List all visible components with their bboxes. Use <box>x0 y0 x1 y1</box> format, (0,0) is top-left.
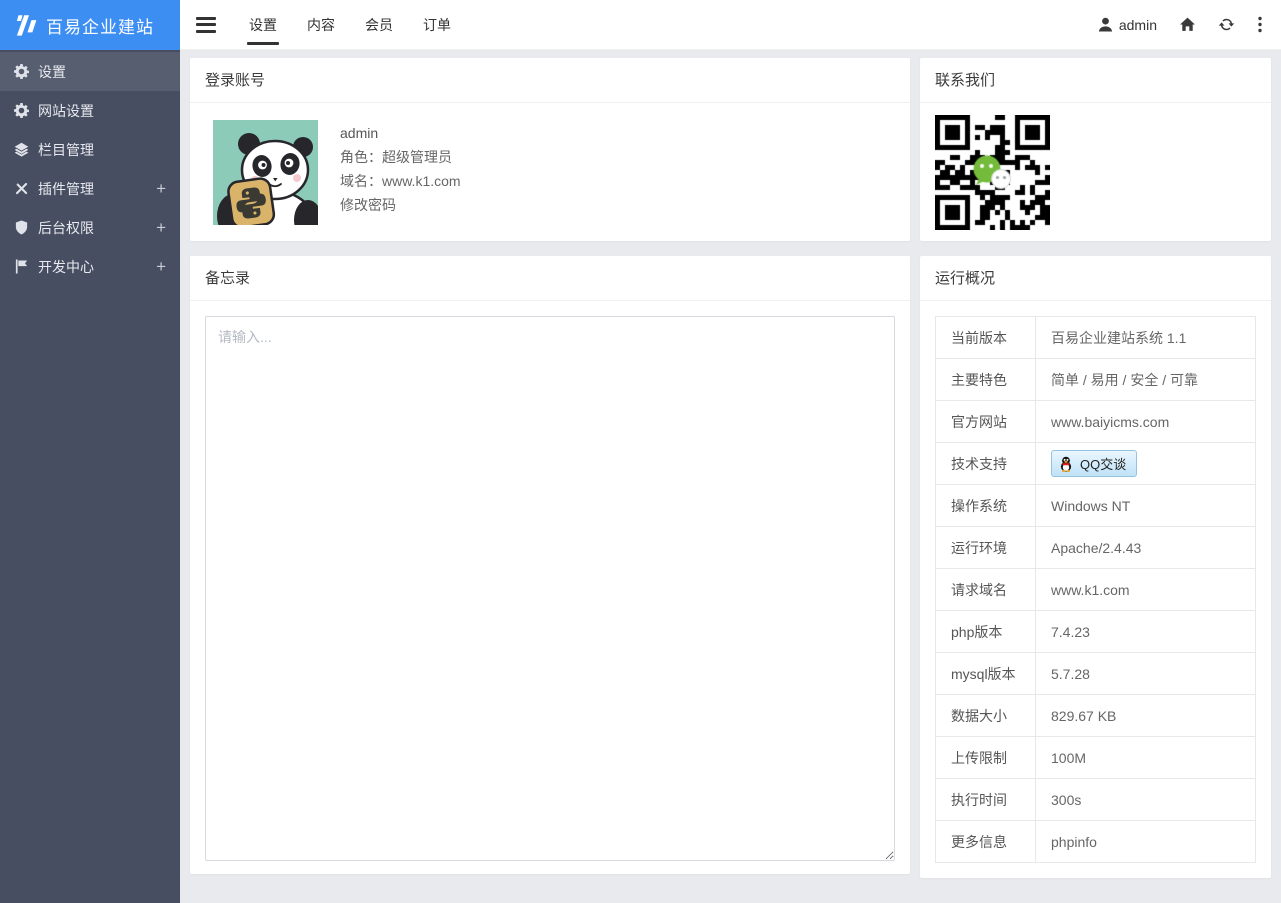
table-row: 数据大小 829.67 KB <box>936 695 1256 737</box>
stat-value: 300s <box>1036 779 1256 821</box>
official-site-value: www.baiyicms.com <box>1036 401 1256 443</box>
flag-icon <box>14 259 29 274</box>
phpinfo-link[interactable]: phpinfo <box>1036 821 1256 863</box>
user-menu[interactable]: admin <box>1097 16 1157 33</box>
stat-value: 百易企业建站系统 1.1 <box>1036 317 1256 359</box>
contact-card: 联系我们 <box>920 58 1271 241</box>
stat-label: 请求域名 <box>936 569 1036 611</box>
sidebar-item-site-settings[interactable]: 网站设置 <box>0 91 180 130</box>
stat-label: 上传限制 <box>936 737 1036 779</box>
shield-icon <box>14 220 29 235</box>
table-row: 当前版本 百易企业建站系统 1.1 <box>936 317 1256 359</box>
table-row: 官方网站 www.baiyicms.com <box>936 401 1256 443</box>
wechat-qr-code <box>935 115 1050 230</box>
qq-penguin-icon <box>1058 456 1074 472</box>
stat-value: 5.7.28 <box>1036 653 1256 695</box>
account-domain: 域名：www.k1.com <box>340 169 461 193</box>
table-row: mysql版本 5.7.28 <box>936 653 1256 695</box>
refresh-icon[interactable] <box>1218 16 1235 33</box>
account-role: 角色：超级管理员 <box>340 145 461 169</box>
change-password-link[interactable]: 修改密码 <box>340 193 461 217</box>
table-row: 请求域名 www.k1.com <box>936 569 1256 611</box>
memo-textarea[interactable] <box>205 316 895 861</box>
main-content: 登录账号 <box>180 50 1281 903</box>
table-row: 操作系统 Windows NT <box>936 485 1256 527</box>
brand-lightning-icon <box>12 11 38 39</box>
table-row: 更多信息 phpinfo <box>936 821 1256 863</box>
stat-label: 主要特色 <box>936 359 1036 401</box>
sidebar-item-label: 设置 <box>38 62 66 82</box>
card-title: 登录账号 <box>190 58 910 103</box>
sidebar-item-plugin-management[interactable]: 插件管理 + <box>0 169 180 208</box>
stat-label: 官方网站 <box>936 401 1036 443</box>
card-title: 联系我们 <box>920 58 1271 103</box>
table-row: 上传限制 100M <box>936 737 1256 779</box>
topbar-right: admin <box>1097 16 1281 33</box>
sidebar-item-column-management[interactable]: 栏目管理 <box>0 130 180 169</box>
sidebar-item-settings[interactable]: 设置 <box>0 52 180 91</box>
hamburger-menu-icon[interactable] <box>196 17 216 33</box>
gear-icon <box>14 64 29 79</box>
gear-icon <box>14 103 29 118</box>
memo-card: 备忘录 <box>190 256 910 874</box>
table-row: 运行环境 Apache/2.4.43 <box>936 527 1256 569</box>
user-icon <box>1097 16 1114 33</box>
stat-label: 执行时间 <box>936 779 1036 821</box>
stat-label: 数据大小 <box>936 695 1036 737</box>
tab-content[interactable]: 内容 <box>292 0 350 50</box>
layers-icon <box>14 142 29 157</box>
qq-chat-button[interactable]: QQ交谈 <box>1051 450 1137 477</box>
tab-orders[interactable]: 订单 <box>408 0 466 50</box>
table-row: 执行时间 300s <box>936 779 1256 821</box>
expand-plus-icon[interactable]: + <box>156 258 166 275</box>
stat-label: 运行环境 <box>936 527 1036 569</box>
qq-chat-label: QQ交谈 <box>1080 454 1126 473</box>
topbar: 百易企业建站 设置 内容 会员 订单 admin <box>0 0 1281 50</box>
stats-table: 当前版本 百易企业建站系统 1.1 主要特色 简单 / 易用 / 安全 / 可靠… <box>935 316 1256 863</box>
sidebar-item-admin-permissions[interactable]: 后台权限 + <box>0 208 180 247</box>
stat-value: 829.67 KB <box>1036 695 1256 737</box>
stat-label: mysql版本 <box>936 653 1036 695</box>
sidebar-item-label: 开发中心 <box>38 257 94 277</box>
tab-settings[interactable]: 设置 <box>234 0 292 50</box>
stat-label: 更多信息 <box>936 821 1036 863</box>
stat-value: Apache/2.4.43 <box>1036 527 1256 569</box>
stat-value: Windows NT <box>1036 485 1256 527</box>
login-account-card: 登录账号 <box>190 58 910 241</box>
card-title: 运行概况 <box>920 256 1271 301</box>
tab-members[interactable]: 会员 <box>350 0 408 50</box>
card-title: 备忘录 <box>190 256 910 301</box>
stat-label: 技术支持 <box>936 443 1036 485</box>
sidebar-item-label: 插件管理 <box>38 179 94 199</box>
home-icon[interactable] <box>1179 16 1196 33</box>
more-kebab-icon[interactable] <box>1257 16 1263 33</box>
sidebar-item-label: 栏目管理 <box>38 140 94 160</box>
table-row: 技术支持 QQ交谈 <box>936 443 1256 485</box>
stat-value: www.k1.com <box>1036 569 1256 611</box>
stat-label: php版本 <box>936 611 1036 653</box>
sidebar-item-label: 后台权限 <box>38 218 94 238</box>
avatar <box>213 120 318 225</box>
stat-value: 7.4.23 <box>1036 611 1256 653</box>
stat-value: 100M <box>1036 737 1256 779</box>
brand-title: 百易企业建站 <box>46 13 154 38</box>
sidebar-item-dev-center[interactable]: 开发中心 + <box>0 247 180 286</box>
crossed-tools-icon <box>14 181 29 196</box>
table-row: php版本 7.4.23 <box>936 611 1256 653</box>
stat-label: 操作系统 <box>936 485 1036 527</box>
sidebar-item-label: 网站设置 <box>38 101 94 121</box>
stat-label: 当前版本 <box>936 317 1036 359</box>
account-username: admin <box>340 121 461 145</box>
sidebar: 设置 网站设置 栏目管理 插件管理 + 后台权限 + 开发中心 + <box>0 50 180 903</box>
expand-plus-icon[interactable]: + <box>156 219 166 236</box>
topbar-main: 设置 内容 会员 订单 admin <box>180 0 1281 50</box>
brand-logo[interactable]: 百易企业建站 <box>0 0 180 50</box>
user-label: admin <box>1119 17 1157 33</box>
run-overview-card: 运行概况 当前版本 百易企业建站系统 1.1 主要特色 简单 / 易用 / 安全… <box>920 256 1271 878</box>
table-row: 主要特色 简单 / 易用 / 安全 / 可靠 <box>936 359 1256 401</box>
top-navigation: 设置 内容 会员 订单 <box>234 0 466 50</box>
stat-value: 简单 / 易用 / 安全 / 可靠 <box>1036 359 1256 401</box>
expand-plus-icon[interactable]: + <box>156 180 166 197</box>
